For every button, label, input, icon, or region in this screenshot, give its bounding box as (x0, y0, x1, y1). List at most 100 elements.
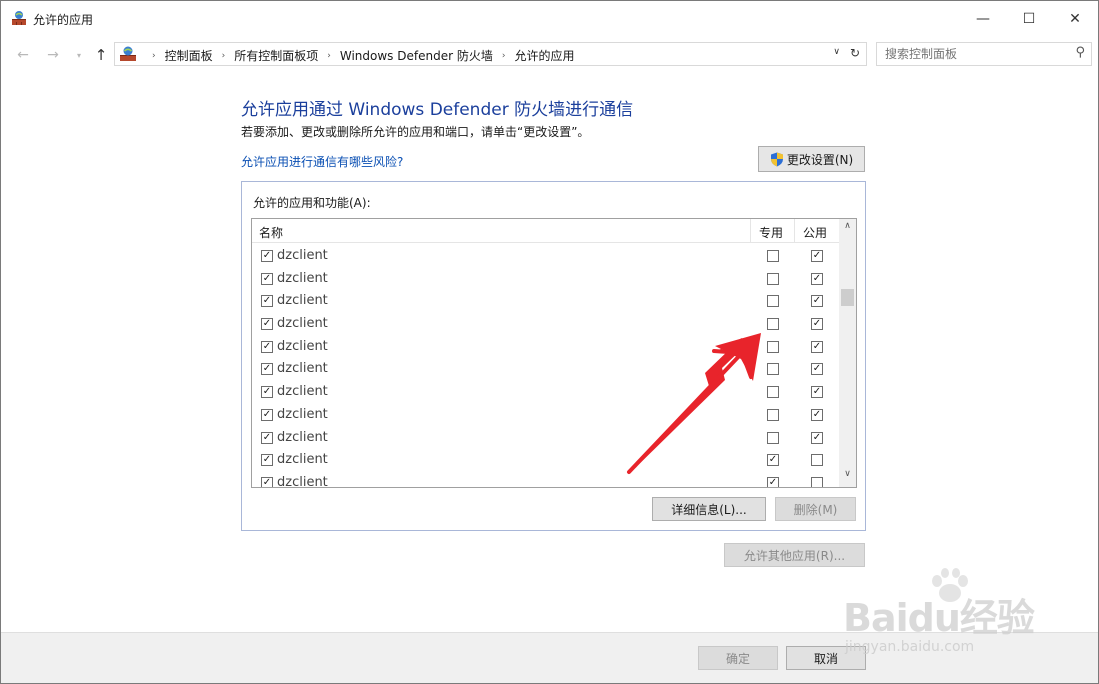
allowed-apps-group: 允许的应用和功能(A): 名称 专用 公用 ✓ dzclient ✓ ✓ dzclien… (241, 181, 866, 531)
private-checkbox[interactable]: ✓ (767, 476, 779, 487)
recent-locations-button[interactable]: ▾ (69, 45, 89, 65)
public-checkbox[interactable]: ✓ (811, 272, 823, 285)
minimize-icon: — (976, 11, 990, 27)
column-header-public[interactable]: 公用 (803, 224, 827, 241)
search-icon[interactable]: ⚲ (1075, 45, 1085, 60)
private-checkbox[interactable] (767, 408, 779, 421)
breadcrumb-allowed-apps[interactable]: 允许的应用 (514, 47, 574, 64)
search-box[interactable]: ⚲ (876, 42, 1092, 66)
vertical-scrollbar[interactable]: ∧ ∨ (839, 219, 856, 487)
list-item[interactable]: ✓ dzclient ✓ (252, 268, 839, 291)
list-item[interactable]: ✓ dzclient ✓ (252, 404, 839, 427)
allowed-apps-list: 名称 专用 公用 ✓ dzclient ✓ ✓ dzclient ✓ ✓ dzclient ✓ ✓… (251, 218, 857, 488)
allow-another-app-button[interactable]: 允许其他应用(R)... (724, 543, 865, 567)
public-checkbox[interactable]: ✓ (811, 386, 823, 399)
enabled-checkbox[interactable]: ✓ (261, 318, 273, 331)
maximize-button[interactable]: ☐ (1006, 1, 1052, 37)
enabled-checkbox[interactable]: ✓ (261, 295, 273, 308)
baidu-watermark: Baidu经验 jingyan.baidu.com (843, 567, 1053, 667)
up-level-button[interactable]: ↑ (91, 45, 111, 65)
private-checkbox[interactable] (767, 250, 779, 262)
list-item[interactable]: ✓ dzclient ✓ (252, 245, 839, 268)
uac-shield-icon (770, 152, 783, 166)
public-checkbox[interactable]: ✓ (811, 431, 823, 444)
private-checkbox[interactable] (767, 363, 779, 376)
scroll-up-icon[interactable]: ∧ (839, 221, 856, 237)
scroll-thumb[interactable] (841, 289, 854, 306)
address-dropdown-icon[interactable]: ∨ (833, 47, 840, 57)
watermark-url: jingyan.baidu.com (845, 639, 975, 655)
list-item[interactable]: ✓ dzclient ✓ (252, 449, 839, 472)
enabled-checkbox[interactable]: ✓ (261, 476, 273, 487)
column-header-name[interactable]: 名称 (259, 224, 283, 241)
minimize-button[interactable]: — (960, 1, 1006, 37)
private-checkbox[interactable]: ✓ (767, 454, 779, 467)
breadcrumb-control-panel[interactable]: 控制面板 (165, 47, 213, 64)
change-settings-button[interactable]: 更改设置(N) (758, 146, 865, 172)
list-item[interactable]: ✓ dzclient ✓ (252, 336, 839, 359)
control-panel-icon (120, 46, 136, 61)
arrow-right-icon: → (47, 47, 59, 63)
breadcrumb-separator-icon: › (327, 50, 331, 61)
address-bar[interactable]: › 控制面板 › 所有控制面板项 › Windows Defender 防火墙 … (114, 42, 867, 66)
app-name: dzclient (277, 293, 328, 309)
scroll-down-icon[interactable]: ∨ (839, 469, 856, 485)
public-checkbox[interactable]: ✓ (811, 340, 823, 353)
breadcrumb-separator-icon: › (152, 50, 156, 61)
column-divider (794, 219, 795, 243)
private-checkbox[interactable] (767, 386, 779, 399)
enabled-checkbox[interactable]: ✓ (261, 454, 273, 467)
breadcrumb-firewall[interactable]: Windows Defender 防火墙 (340, 47, 493, 64)
public-checkbox[interactable]: ✓ (811, 318, 823, 331)
enabled-checkbox[interactable]: ✓ (261, 431, 273, 444)
risk-info-link[interactable]: 允许应用进行通信有哪些风险? (241, 153, 403, 170)
enabled-checkbox[interactable]: ✓ (261, 408, 273, 421)
enabled-checkbox[interactable]: ✓ (261, 250, 273, 262)
allowed-apps-label: 允许的应用和功能(A): (253, 196, 371, 210)
app-name: dzclient (277, 406, 328, 422)
public-checkbox[interactable]: ✓ (811, 363, 823, 376)
app-name: dzclient (277, 361, 328, 377)
change-settings-label: 更改设置(N) (786, 152, 854, 167)
ok-button[interactable]: 确定 (698, 646, 778, 670)
search-input[interactable] (885, 46, 1065, 62)
enabled-checkbox[interactable]: ✓ (261, 340, 273, 353)
close-button[interactable]: ✕ (1052, 1, 1098, 37)
app-name: dzclient (277, 338, 328, 354)
column-header-private[interactable]: 专用 (759, 224, 783, 241)
list-item[interactable]: ✓ dzclient ✓ (252, 381, 839, 404)
back-button[interactable]: ← (13, 45, 33, 65)
maximize-icon: ☐ (1022, 11, 1036, 27)
list-item[interactable]: ✓ dzclient ✓ (252, 313, 839, 336)
private-checkbox[interactable] (767, 318, 779, 331)
enabled-checkbox[interactable]: ✓ (261, 363, 273, 376)
private-checkbox[interactable] (767, 340, 779, 353)
public-checkbox[interactable] (811, 454, 823, 467)
breadcrumb-all-items[interactable]: 所有控制面板项 (234, 47, 318, 64)
enabled-checkbox[interactable]: ✓ (261, 386, 273, 399)
enabled-checkbox[interactable]: ✓ (261, 272, 273, 285)
forward-button[interactable]: → (43, 45, 63, 65)
private-checkbox[interactable] (767, 272, 779, 285)
remove-button[interactable]: 删除(M) (775, 497, 856, 521)
app-name: dzclient (277, 384, 328, 400)
app-name: dzclient (277, 474, 328, 488)
list-item[interactable]: ✓ dzclient ✓ (252, 427, 839, 450)
public-checkbox[interactable]: ✓ (811, 408, 823, 421)
public-checkbox[interactable]: ✓ (811, 295, 823, 308)
list-item[interactable]: ✓ dzclient ✓ (252, 290, 839, 313)
list-item[interactable]: ✓ dzclient ✓ (252, 472, 839, 488)
public-checkbox[interactable] (811, 476, 823, 487)
app-name: dzclient (277, 452, 328, 468)
refresh-icon[interactable]: ↻ (850, 46, 860, 60)
window-title: 允许的应用 (33, 13, 94, 27)
details-button[interactable]: 详细信息(L)... (652, 497, 766, 521)
arrow-left-icon: ← (17, 47, 29, 63)
list-item[interactable]: ✓ dzclient ✓ (252, 358, 839, 381)
column-divider (750, 219, 751, 243)
app-rows: ✓ dzclient ✓ ✓ dzclient ✓ ✓ dzclient ✓ ✓ dzclient ✓… (252, 245, 839, 488)
private-checkbox[interactable] (767, 431, 779, 444)
breadcrumb: › 控制面板 › 所有控制面板项 › Windows Defender 防火墙 … (143, 47, 574, 64)
private-checkbox[interactable] (767, 295, 779, 308)
public-checkbox[interactable]: ✓ (811, 250, 823, 262)
